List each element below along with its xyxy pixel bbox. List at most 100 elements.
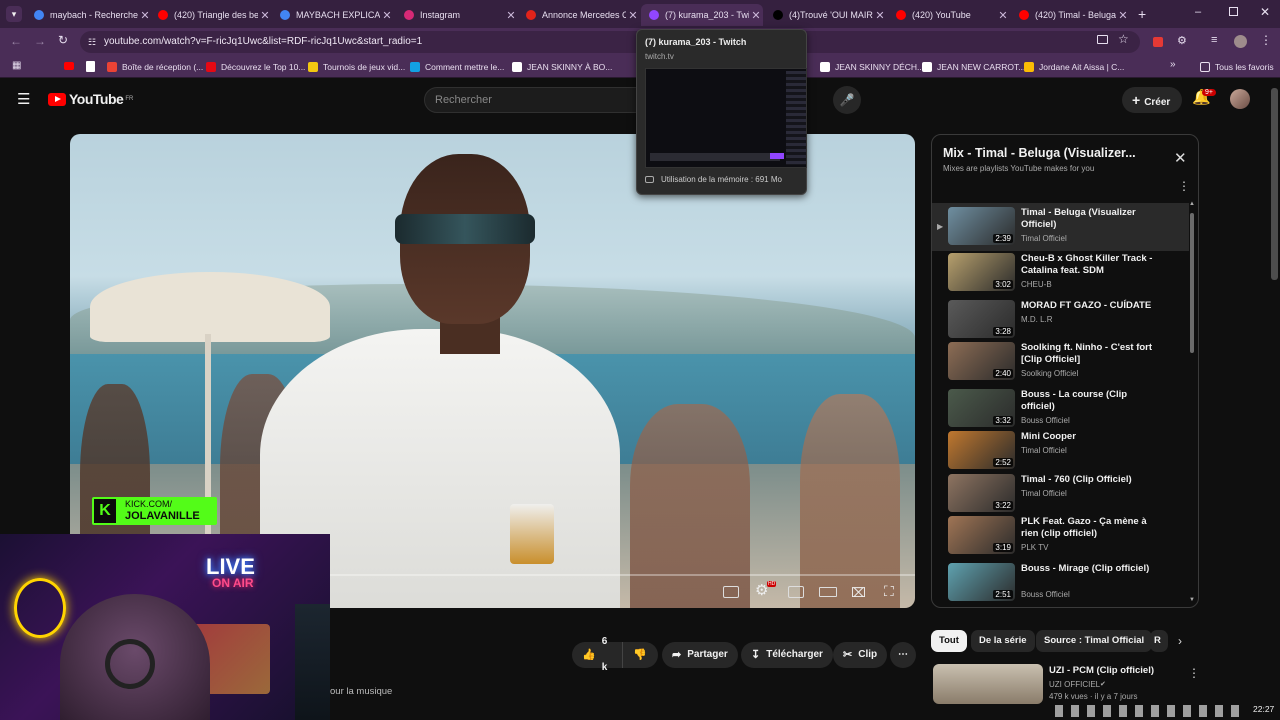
bookmark-item[interactable]: JEAN NEW CARROT... <box>922 60 1025 74</box>
bookmark-item[interactable]: Découvrez le Top 10... <box>206 60 305 74</box>
like-button[interactable]: 👍 6 k <box>572 636 622 673</box>
tab-9[interactable]: (420) Timal - Beluga ✕ <box>1011 4 1130 26</box>
scroll-up-icon[interactable]: ▲ <box>1189 201 1195 207</box>
hamburger-menu-icon[interactable]: ☰ <box>17 90 30 108</box>
page-scrollbar[interactable] <box>1271 88 1278 280</box>
scroll-down-icon[interactable]: ▼ <box>1189 597 1195 603</box>
next-video-thumbnail[interactable] <box>933 664 1043 704</box>
bookmark-label: Jordane Ait Aissa | C... <box>1039 62 1125 72</box>
voice-search-icon[interactable]: 🎤 <box>833 86 861 114</box>
playlist-title[interactable]: Mix - Timal - Beluga (Visualizer... <box>943 146 1153 160</box>
tab-title: (420) YouTube <box>912 10 971 20</box>
playlist-item[interactable]: 2:39 Timal - Beluga (Visualizer Officiel)… <box>948 207 1188 247</box>
extension-icon-red[interactable] <box>1153 37 1163 47</box>
clip-button[interactable]: ✂ Clip <box>833 642 888 668</box>
all-bookmarks-folder[interactable]: Tous les favoris <box>1200 60 1274 74</box>
theater-mode-icon[interactable] <box>819 587 837 597</box>
tab-close-icon[interactable]: ✕ <box>504 9 518 22</box>
extensions-icon[interactable]: ⚙ <box>1177 34 1187 47</box>
share-button[interactable]: ➦ Partager <box>662 642 738 668</box>
playlist-item[interactable]: 3:32 Bouss - La course (Clip officiel) Bou… <box>948 389 1188 429</box>
tab-5[interactable]: Annonce Mercedes C ✕ <box>518 4 640 26</box>
apps-grid-icon[interactable]: ▦ <box>12 60 21 71</box>
neon-sign-left <box>14 578 66 638</box>
bookmarks-overflow-icon[interactable]: » <box>1170 59 1176 70</box>
filter-chip[interactable]: Tout <box>931 630 967 652</box>
tab-close-icon[interactable]: ✕ <box>258 9 272 22</box>
tab-title: (420) Triangle des be <box>174 10 258 20</box>
new-tab-icon[interactable]: + <box>1138 6 1146 22</box>
thumbs-down-icon: 👎 <box>633 649 647 661</box>
forward-icon[interactable]: → <box>34 34 46 48</box>
playlist-item[interactable]: 3:19 PLK Feat. Gazo - Ça mène à rien (cli… <box>948 516 1188 556</box>
playlist-item[interactable]: 2:51 Bouss - Mirage (Clip officiel) Bouss … <box>948 563 1188 603</box>
address-bar[interactable]: ☷ youtube.com/watch?v=F-ricJq1Uwc&list=R… <box>80 31 1140 53</box>
tab-close-icon[interactable]: ✕ <box>626 9 640 22</box>
tab-6[interactable]: (7) kurama_203 - Twi ✕ <box>641 4 763 26</box>
close-playlist-icon[interactable]: ✕ <box>1174 149 1187 167</box>
tab-close-icon[interactable]: ✕ <box>873 9 887 22</box>
playlist-scrollbar[interactable] <box>1190 213 1194 353</box>
dislike-button[interactable]: 👎 <box>622 642 658 668</box>
tab-close-icon[interactable]: ✕ <box>749 9 763 22</box>
bookmark-star-icon[interactable]: ☆ <box>1118 32 1129 46</box>
restore-window-icon[interactable] <box>1229 7 1238 16</box>
playlist-menu-icon[interactable]: ⋮ <box>1178 179 1190 193</box>
more-actions-button[interactable]: ⋯ <box>890 642 916 668</box>
reload-icon[interactable]: ↻ <box>58 33 68 47</box>
playlist-item[interactable]: 2:52 Mini Cooper Timal Officiel <box>948 431 1188 471</box>
system-tray: 22:27 <box>1055 702 1280 720</box>
tab-7[interactable]: (4)Trouvé 'OUI MAIRI ✕ <box>765 4 887 26</box>
bookmark-item[interactable]: Boîte de réception (... <box>107 60 203 74</box>
reading-list-icon[interactable]: ≡ <box>1211 34 1217 46</box>
playlist-item[interactable]: 3:22 Timal - 760 (Clip Officiel) Timal Off… <box>948 474 1188 514</box>
bookmark-google-docs-icon[interactable] <box>86 61 95 72</box>
playlist-item[interactable]: 3:28 MORAD FT GAZO - CUÍDATE M.D. L.R <box>948 300 1188 340</box>
chrome-menu-icon[interactable]: ⋮ <box>1260 33 1272 47</box>
fullscreen-icon[interactable]: ⛶ <box>884 583 894 600</box>
filter-chip[interactable]: R <box>1150 630 1168 652</box>
tab-2[interactable]: (420) Triangle des be ✕ <box>150 4 272 26</box>
clock[interactable]: 22:27 <box>1253 704 1274 714</box>
miniplayer-icon[interactable] <box>788 586 804 598</box>
description-box[interactable] <box>330 677 915 702</box>
tab-close-icon[interactable]: ✕ <box>996 9 1010 22</box>
tab-search-menu-icon[interactable]: ▾ <box>6 6 22 22</box>
tab-1[interactable]: maybach - Recherche ✕ <box>26 4 152 26</box>
tray-icons[interactable] <box>1055 705 1245 717</box>
playlist-item[interactable]: 2:40 Soolking ft. Ninho - C'est fort [Cli… <box>948 342 1188 382</box>
youtube-logo[interactable]: YouTube FR <box>48 91 133 107</box>
playlist-item-thumbnail: 2:39 <box>948 207 1015 245</box>
bookmark-item[interactable]: Jordane Ait Aissa | C... <box>1024 60 1124 74</box>
filter-chip[interactable]: De la série <box>971 630 1035 652</box>
bookmark-youtube-icon[interactable] <box>64 62 74 70</box>
next-video-title[interactable]: UZI - PCM (Clip officiel) <box>1049 665 1154 676</box>
bookmark-item[interactable]: Comment mettre le... <box>410 60 504 74</box>
site-info-icon[interactable]: ☷ <box>88 31 96 53</box>
bookmark-item[interactable]: JEAN SKINNY DÉCH... <box>820 60 924 74</box>
account-avatar[interactable] <box>1230 89 1250 109</box>
tab-3[interactable]: MAYBACH EXPLICATI ✕ <box>272 4 394 26</box>
close-window-icon[interactable]: ✕ <box>1260 5 1270 19</box>
tab-8[interactable]: (420) YouTube ✕ <box>888 4 1010 26</box>
profile-avatar-icon[interactable] <box>1234 35 1247 48</box>
download-button[interactable]: ↧ Télécharger <box>741 642 833 668</box>
duration-badge: 3:22 <box>993 501 1013 510</box>
filter-chip[interactable]: Source : Timal Official <box>1036 630 1153 652</box>
bookmark-label: JEAN SKINNY DÉCH... <box>835 62 925 72</box>
playlist-item[interactable]: 3:02 Cheu-B x Ghost Killer Track - Catali… <box>948 253 1188 293</box>
subtitles-icon[interactable] <box>723 586 739 598</box>
minimize-window-icon[interactable]: – <box>1195 6 1201 18</box>
back-icon[interactable]: ← <box>10 34 22 48</box>
cast-icon[interactable]: ⌧ <box>851 585 866 601</box>
bookmark-label: JEAN SKINNY À BO... <box>527 62 613 72</box>
tab-close-icon[interactable]: ✕ <box>380 9 394 22</box>
tab-4[interactable]: Instagram ✕ <box>396 4 518 26</box>
bookmark-item[interactable]: JEAN SKINNY À BO... <box>512 60 612 74</box>
bookmark-item[interactable]: Tournois de jeux vid... <box>308 60 405 74</box>
chips-next-icon[interactable]: › <box>1178 634 1182 648</box>
create-button[interactable]: + Créer <box>1122 87 1183 113</box>
install-app-icon[interactable] <box>1097 35 1108 44</box>
tab-close-icon[interactable]: ✕ <box>1116 9 1130 22</box>
next-video-menu-icon[interactable]: ⋮ <box>1188 666 1200 680</box>
